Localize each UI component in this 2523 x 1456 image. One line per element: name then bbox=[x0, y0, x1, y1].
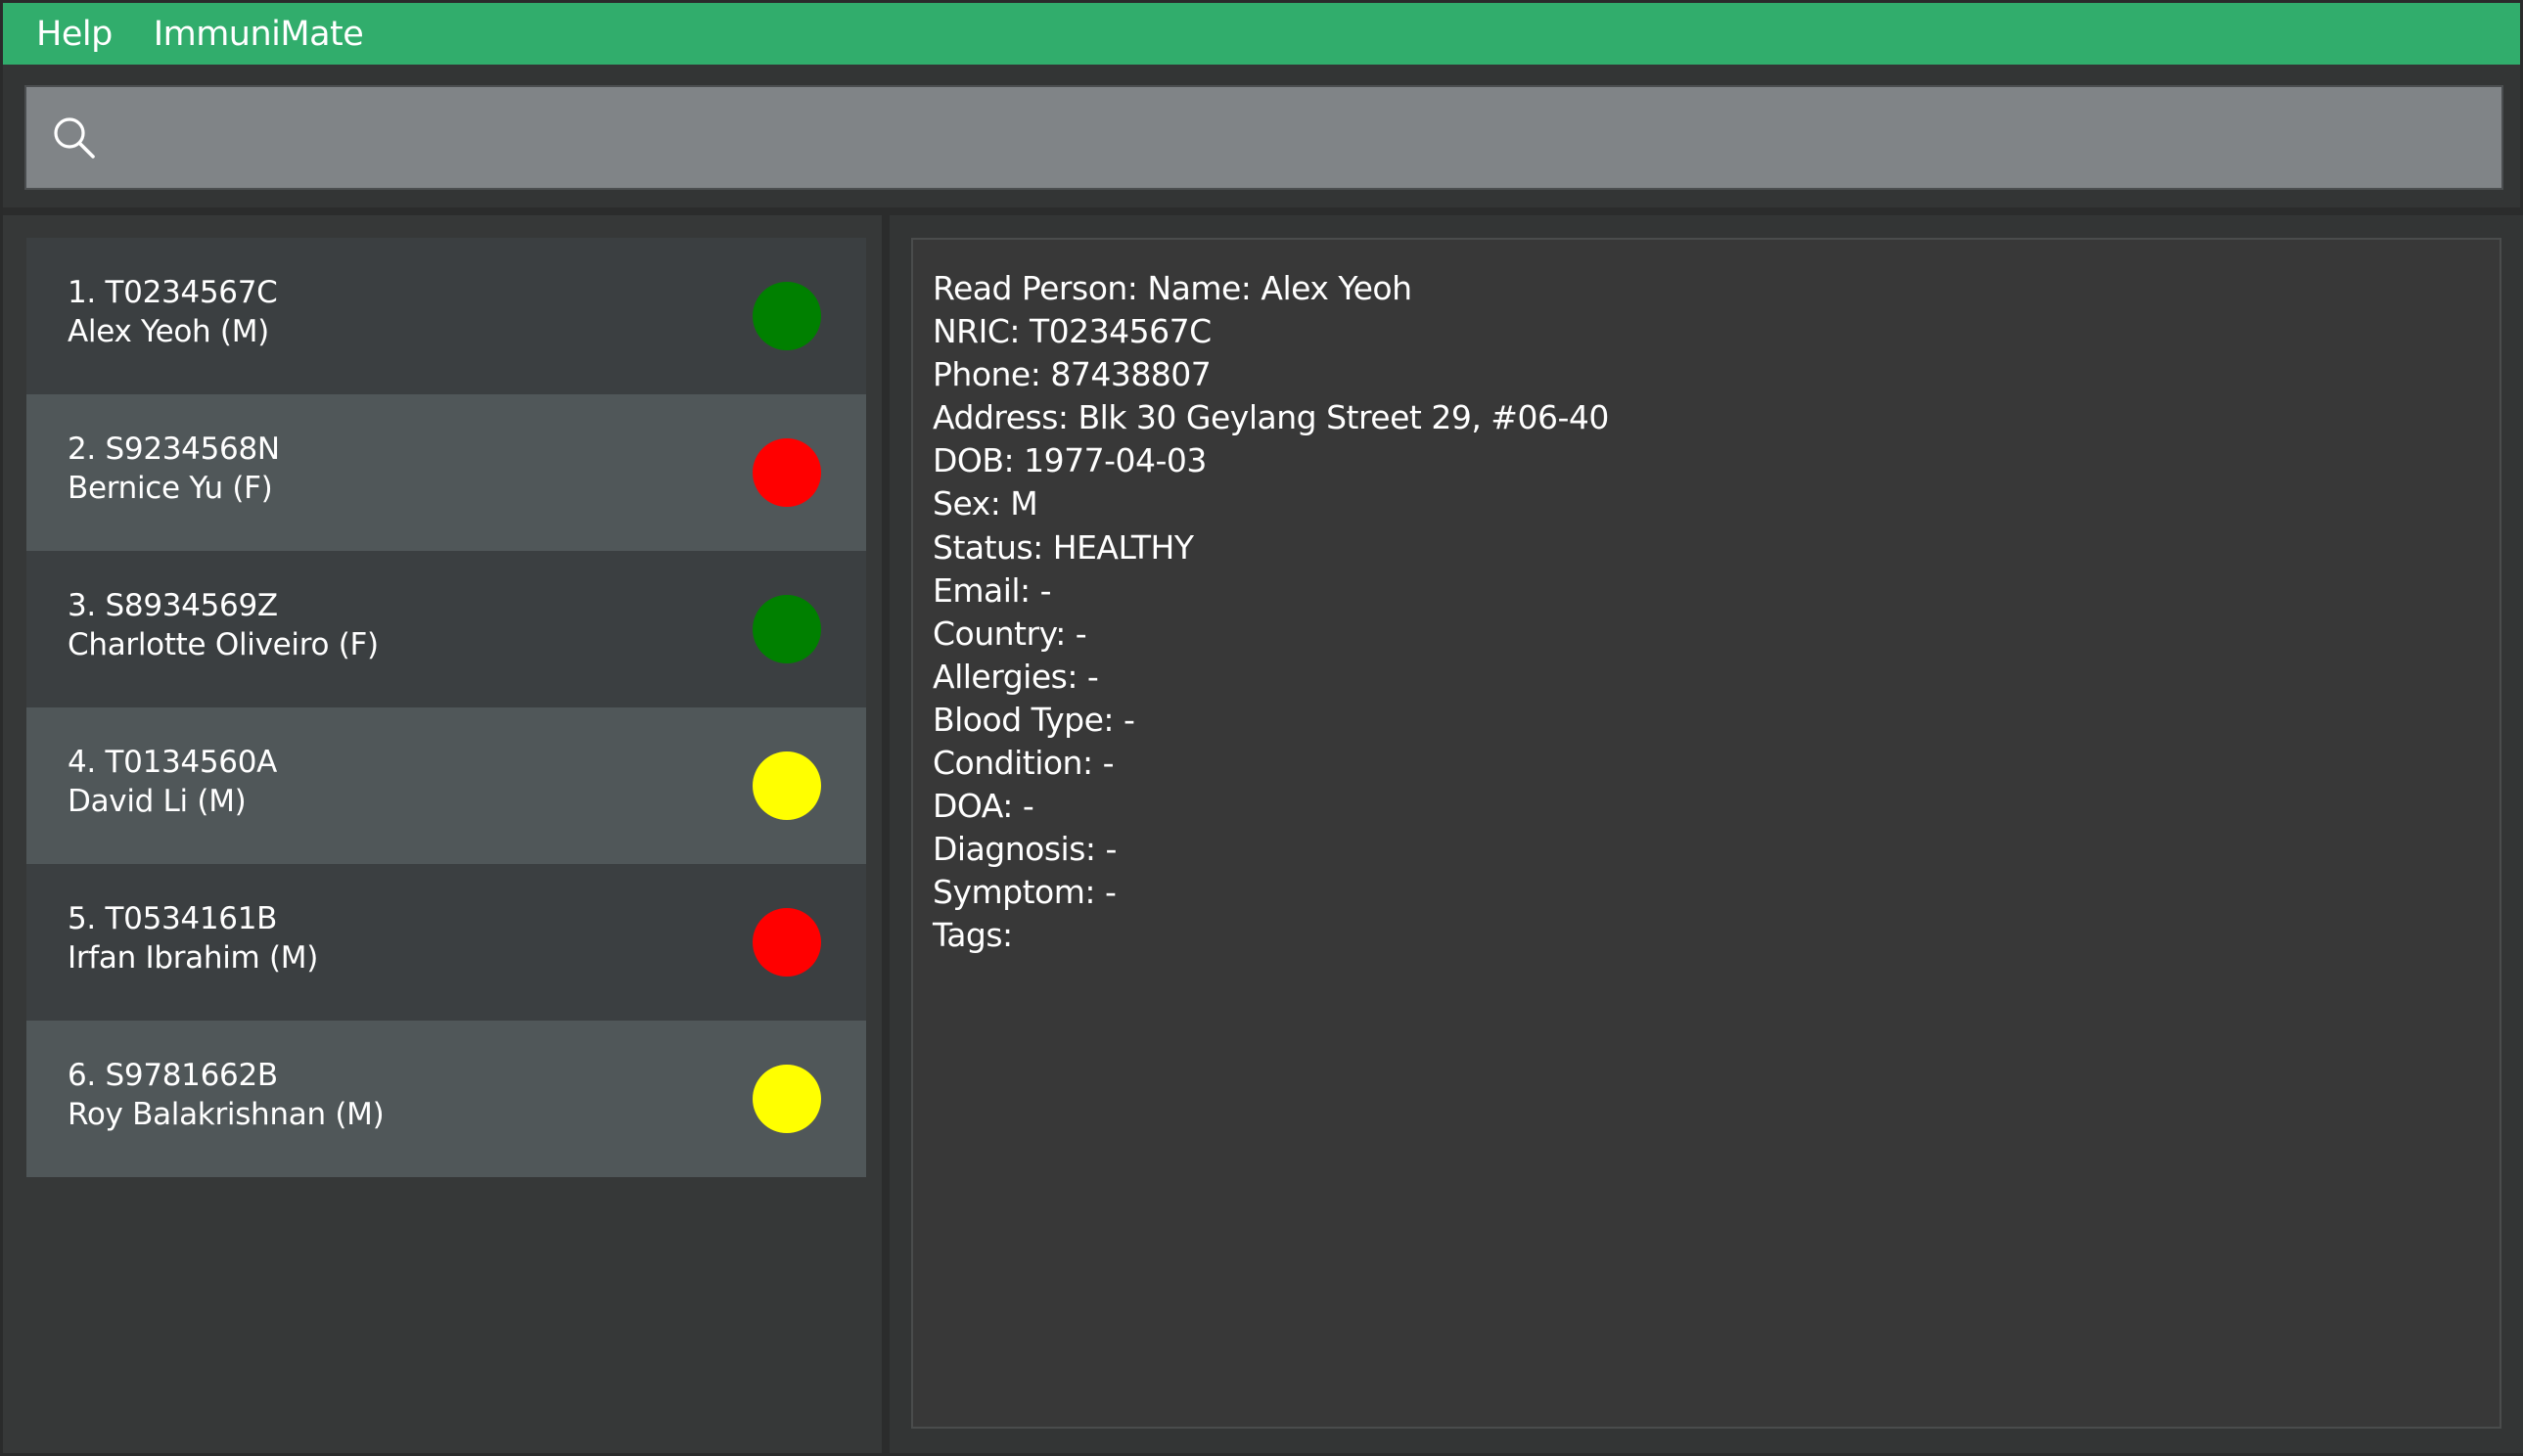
person-card[interactable]: 5. T0534161B Irfan Ibrahim (M) bbox=[26, 864, 866, 1021]
person-index-nric: 3. S8934569Z bbox=[68, 588, 278, 623]
app-window: Help ImmuniMate 1. T0234567C Alex Yeoh (… bbox=[0, 0, 2523, 1456]
person-card[interactable]: 3. S8934569Z Charlotte Oliveiro (F) bbox=[26, 551, 866, 707]
detail-tags-line: Tags: bbox=[933, 916, 1013, 955]
detail-allergies-line: Allergies: - bbox=[933, 657, 1099, 696]
person-name-sex: Roy Balakrishnan (M) bbox=[68, 1097, 385, 1132]
status-indicator bbox=[753, 751, 821, 820]
detail-diagnosis-line: Diagnosis: - bbox=[933, 830, 1117, 869]
menu-help[interactable]: Help bbox=[19, 15, 130, 54]
menu-bar: Help ImmuniMate bbox=[3, 0, 2520, 65]
detail-sex-line: Sex: M bbox=[933, 484, 1038, 523]
status-indicator bbox=[753, 1065, 821, 1133]
person-list-panel[interactable]: 1. T0234567C Alex Yeoh (M) 2. S9234568N … bbox=[3, 215, 882, 1453]
detail-status-line: Status: HEALTHY bbox=[933, 527, 1194, 567]
status-indicator bbox=[753, 282, 821, 350]
person-name-sex: Bernice Yu (F) bbox=[68, 471, 273, 506]
person-card[interactable]: 4. T0134560A David Li (M) bbox=[26, 707, 866, 864]
command-area bbox=[3, 65, 2520, 211]
person-index-nric: 5. T0534161B bbox=[68, 901, 278, 936]
detail-blood-type-line: Blood Type: - bbox=[933, 700, 1135, 739]
person-index-nric: 2. S9234568N bbox=[68, 432, 280, 467]
search-icon bbox=[54, 116, 95, 159]
detail-doa-line: DOA: - bbox=[933, 787, 1034, 826]
detail-phone-line: Phone: 87438807 bbox=[933, 355, 1212, 394]
detail-country-line: Country: - bbox=[933, 614, 1087, 653]
person-name-sex: David Li (M) bbox=[68, 784, 247, 819]
detail-dob-line: DOB: 1977-04-03 bbox=[933, 441, 1207, 480]
person-index-nric: 4. T0134560A bbox=[68, 745, 278, 780]
status-indicator bbox=[753, 908, 821, 977]
person-card[interactable]: 2. S9234568N Bernice Yu (F) bbox=[26, 394, 866, 551]
detail-condition-line: Condition: - bbox=[933, 744, 1115, 783]
detail-name-line: Read Person: Name: Alex Yeoh bbox=[933, 269, 1412, 307]
command-box[interactable] bbox=[24, 85, 2503, 190]
detail-email-line: Email: - bbox=[933, 570, 1052, 610]
person-name-sex: Irfan Ibrahim (M) bbox=[68, 940, 319, 976]
person-index-nric: 6. S9781662B bbox=[68, 1058, 278, 1093]
person-card[interactable]: 1. T0234567C Alex Yeoh (M) bbox=[26, 238, 866, 394]
detail-nric-line: NRIC: T0234567C bbox=[933, 312, 1212, 351]
status-indicator bbox=[753, 438, 821, 507]
divider bbox=[3, 207, 2520, 215]
person-card[interactable]: 6. S9781662B Roy Balakrishnan (M) bbox=[26, 1021, 866, 1177]
person-detail-panel: Read Person: Name: Alex Yeoh NRIC: T0234… bbox=[890, 215, 2523, 1453]
person-index-nric: 1. T0234567C bbox=[68, 275, 278, 310]
detail-address-line: Address: Blk 30 Geylang Street 29, #06-4… bbox=[933, 398, 1609, 437]
panel-splitter[interactable] bbox=[882, 215, 890, 1453]
command-input[interactable] bbox=[99, 86, 2501, 189]
menu-immunimate[interactable]: ImmuniMate bbox=[136, 15, 382, 54]
result-display: Read Person: Name: Alex Yeoh NRIC: T0234… bbox=[911, 238, 2501, 1429]
status-indicator bbox=[753, 595, 821, 663]
person-name-sex: Alex Yeoh (M) bbox=[68, 314, 269, 349]
person-name-sex: Charlotte Oliveiro (F) bbox=[68, 627, 379, 662]
detail-symptom-line: Symptom: - bbox=[933, 873, 1117, 912]
